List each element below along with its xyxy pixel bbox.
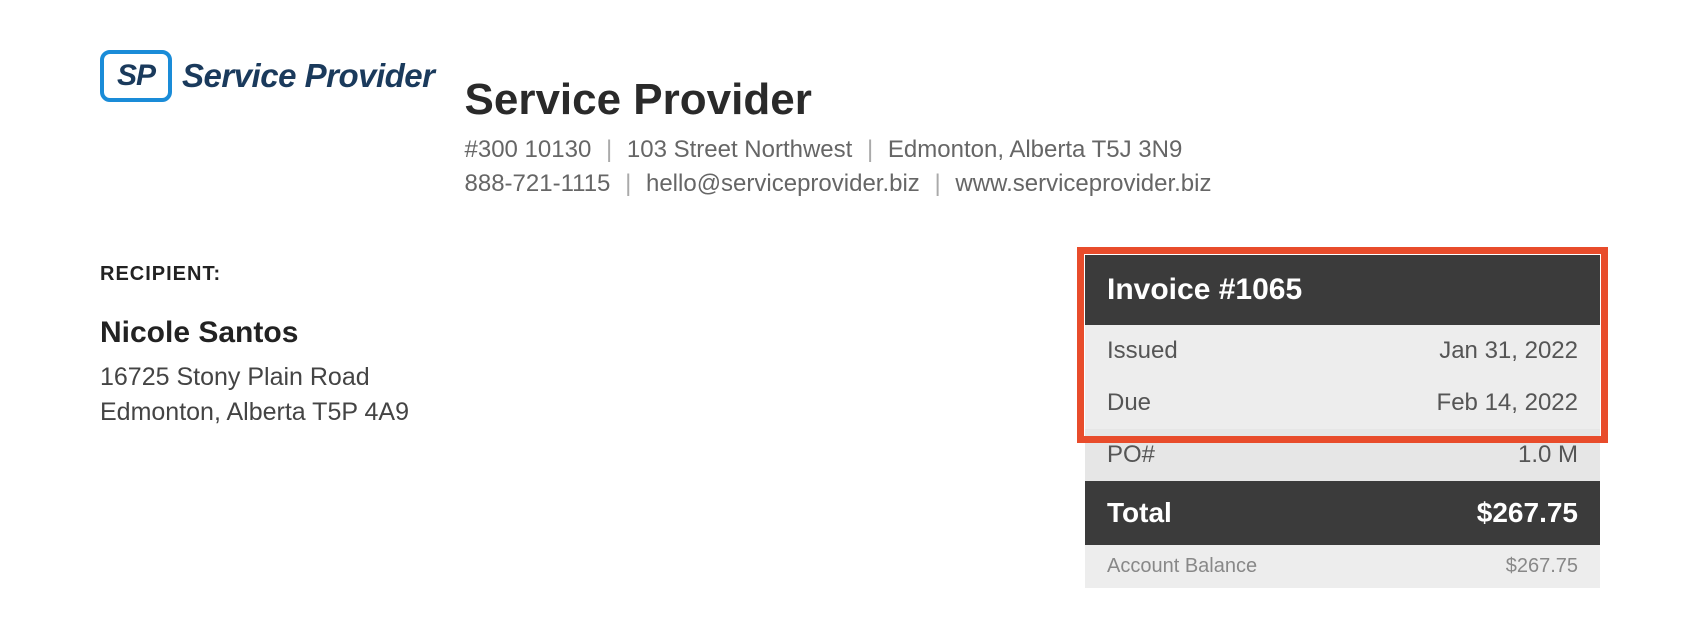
logo-badge-text: SP: [117, 59, 155, 93]
total-label: Total: [1107, 497, 1172, 529]
invoice-row-total: Total $267.75: [1085, 481, 1600, 545]
separator: |: [934, 170, 940, 197]
po-value: 1.0 M: [1518, 441, 1578, 469]
recipient-address: 16725 Stony Plain Road Edmonton, Alberta…: [100, 360, 409, 430]
header-row: SP Service Provider Service Provider #30…: [100, 50, 1600, 200]
balance-value: $267.75: [1506, 555, 1578, 578]
logo-name: Service Provider: [182, 57, 435, 95]
company-contact: 888-721-1115 | hello@serviceprovider.biz…: [465, 167, 1212, 201]
balance-label: Account Balance: [1107, 555, 1257, 578]
body-row: RECIPIENT: Nicole Santos 16725 Stony Pla…: [100, 255, 1600, 588]
recipient-name: Nicole Santos: [100, 316, 409, 350]
logo-badge-icon: SP: [100, 50, 172, 102]
separator: |: [867, 136, 873, 163]
company-address-1: #300 10130: [465, 136, 592, 163]
invoice-row-issued: Issued Jan 31, 2022: [1085, 325, 1600, 377]
company-address-3: Edmonton, Alberta T5J 3N9: [888, 136, 1182, 163]
company-address: #300 10130 | 103 Street Northwest | Edmo…: [465, 133, 1212, 167]
due-label: Due: [1107, 389, 1151, 417]
invoice-row-due: Due Feb 14, 2022: [1085, 377, 1600, 429]
recipient-address-line1: 16725 Stony Plain Road: [100, 360, 409, 395]
invoice-summary-box: Invoice #1065 Issued Jan 31, 2022 Due Fe…: [1085, 255, 1600, 588]
po-label: PO#: [1107, 441, 1155, 469]
due-value: Feb 14, 2022: [1437, 389, 1578, 417]
recipient-address-line2: Edmonton, Alberta T5P 4A9: [100, 395, 409, 430]
invoice-row-po: PO# 1.0 M: [1085, 429, 1600, 481]
recipient-label: RECIPIENT:: [100, 263, 409, 286]
logo-block: SP Service Provider: [100, 50, 435, 102]
invoice-document: SP Service Provider Service Provider #30…: [0, 0, 1700, 588]
issued-value: Jan 31, 2022: [1439, 337, 1578, 365]
separator: |: [606, 136, 612, 163]
issued-label: Issued: [1107, 337, 1178, 365]
invoice-summary-wrapper: Invoice #1065 Issued Jan 31, 2022 Due Fe…: [1085, 255, 1600, 588]
company-phone: 888-721-1115: [465, 170, 611, 197]
recipient-block: RECIPIENT: Nicole Santos 16725 Stony Pla…: [100, 255, 409, 588]
company-website: www.serviceprovider.biz: [955, 170, 1211, 197]
separator: |: [625, 170, 631, 197]
company-block: Service Provider #300 10130 | 103 Street…: [465, 50, 1212, 200]
company-email: hello@serviceprovider.biz: [646, 170, 920, 197]
invoice-title: Invoice #1065: [1085, 255, 1600, 325]
company-address-2: 103 Street Northwest: [627, 136, 852, 163]
invoice-row-balance: Account Balance $267.75: [1085, 545, 1600, 588]
company-name: Service Provider: [465, 75, 1212, 125]
total-value: $267.75: [1477, 497, 1578, 529]
